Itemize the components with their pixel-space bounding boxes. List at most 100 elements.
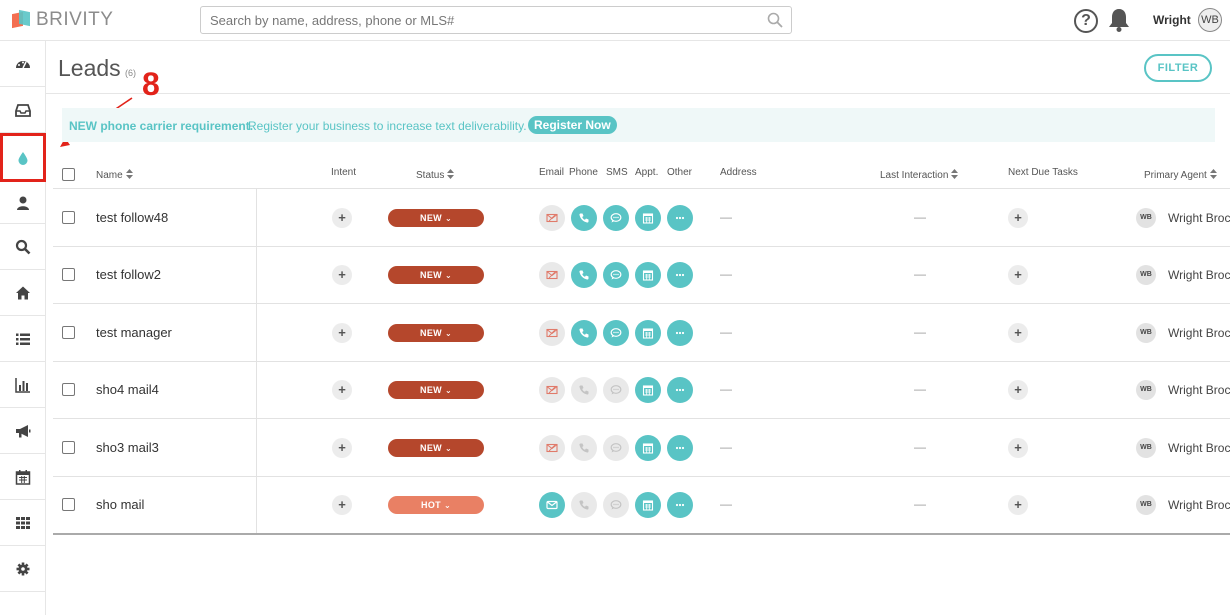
row-checkbox[interactable] (62, 210, 75, 224)
status-dropdown[interactable]: NEW ⌄ (388, 323, 484, 342)
add-intent-button[interactable]: + (332, 380, 352, 401)
agent-name[interactable]: Wright Brock (1168, 326, 1230, 340)
lead-name[interactable]: test manager (96, 325, 172, 340)
sms-channel-button[interactable] (603, 262, 629, 289)
sidebar-item-leads[interactable] (0, 133, 46, 182)
sidebar-item-marketing[interactable] (0, 408, 46, 454)
agent-name[interactable]: Wright Brock (1168, 498, 1230, 512)
status-dropdown[interactable]: NEW ⌄ (388, 208, 484, 227)
sidebar-item-calendar[interactable] (0, 454, 46, 500)
sidebar-item-settings[interactable] (0, 546, 46, 592)
column-header-last-interaction[interactable]: Last Interaction (880, 169, 959, 181)
status-dropdown[interactable]: NEW ⌄ (388, 438, 484, 457)
add-task-button[interactable]: + (1008, 437, 1028, 458)
sidebar-item-contacts[interactable] (0, 182, 46, 224)
appt-channel-button[interactable] (635, 319, 661, 346)
status-dropdown[interactable]: HOT ⌄ (388, 496, 484, 515)
agent-name[interactable]: Wright Brock (1168, 441, 1230, 455)
other-channel-button[interactable] (667, 492, 693, 519)
add-task-button[interactable]: + (1008, 380, 1028, 401)
sidebar-item-search[interactable] (0, 224, 46, 270)
add-task-button[interactable]: + (1008, 265, 1028, 286)
add-intent-button[interactable]: + (332, 265, 352, 286)
sms-channel-button[interactable] (603, 492, 629, 519)
phone-channel-button[interactable] (571, 434, 597, 461)
other-channel-button[interactable] (667, 262, 693, 289)
email-channel-button[interactable] (539, 319, 565, 346)
add-intent-button[interactable]: + (332, 207, 352, 228)
sidebar-item-dashboard[interactable] (0, 41, 46, 87)
user-avatar[interactable]: WB (1198, 8, 1222, 32)
help-icon[interactable]: ? (1074, 9, 1098, 33)
email-channel-button[interactable] (539, 434, 565, 461)
email-channel-button[interactable] (539, 204, 565, 231)
row-checkbox[interactable] (62, 383, 75, 397)
column-header-next-due-tasks: Next Due Tasks (1008, 167, 1078, 178)
filter-button[interactable]: FILTER (1144, 54, 1212, 82)
sidebar-item-inbox[interactable] (0, 87, 46, 133)
phone-channel-button[interactable] (571, 319, 597, 346)
lead-name[interactable]: sho3 mail3 (96, 440, 159, 455)
lead-name[interactable]: sho4 mail4 (96, 382, 159, 397)
agent-name[interactable]: Wright Brock (1168, 211, 1230, 225)
other-channel-button[interactable] (667, 377, 693, 404)
column-header-status[interactable]: Status (416, 169, 455, 181)
column-header-name[interactable]: Name (96, 169, 133, 181)
sidebar-item-reports[interactable] (0, 362, 46, 408)
appt-channel-button[interactable] (635, 434, 661, 461)
agent-name[interactable]: Wright Brock (1168, 383, 1230, 397)
search-icon[interactable] (767, 12, 783, 28)
appt-channel-button[interactable] (635, 204, 661, 231)
other-channel-button[interactable] (667, 204, 693, 231)
phone-channel-button[interactable] (571, 262, 597, 289)
calendar-icon (642, 384, 654, 396)
phone-channel-button[interactable] (571, 204, 597, 231)
brivity-logo[interactable]: BRIVITY (12, 9, 113, 30)
appt-channel-button[interactable] (635, 492, 661, 519)
other-channel-button[interactable] (667, 319, 693, 346)
sidebar-item-apps[interactable] (0, 500, 46, 546)
row-checkbox[interactable] (62, 325, 75, 339)
email-channel-button[interactable] (539, 377, 565, 404)
bell-icon[interactable] (1108, 7, 1130, 33)
lead-name[interactable]: test follow2 (96, 267, 161, 282)
header-label: Status (416, 170, 445, 181)
appt-channel-button[interactable] (635, 262, 661, 289)
email-channel-button[interactable] (539, 492, 565, 519)
person-icon (17, 196, 29, 210)
phone-channel-button[interactable] (571, 492, 597, 519)
register-now-button[interactable]: Register Now (528, 116, 617, 134)
sms-channel-button[interactable] (603, 377, 629, 404)
add-task-button[interactable]: + (1008, 495, 1028, 516)
email-channel-button[interactable] (539, 262, 565, 289)
search-input[interactable] (201, 7, 761, 33)
user-name[interactable]: Wright (1153, 13, 1191, 27)
other-channel-button[interactable] (667, 434, 693, 461)
add-intent-button[interactable]: + (332, 437, 352, 458)
status-dropdown[interactable]: NEW ⌄ (388, 266, 484, 285)
search-icon (15, 239, 31, 254)
row-checkbox[interactable] (62, 440, 75, 454)
sidebar-item-tasks[interactable] (0, 316, 46, 362)
lead-name[interactable]: sho mail (96, 497, 144, 512)
search-box[interactable] (200, 6, 792, 34)
appt-channel-button[interactable] (635, 377, 661, 404)
add-task-button[interactable]: + (1008, 207, 1028, 228)
status-dropdown[interactable]: NEW ⌄ (388, 381, 484, 400)
row-checkbox[interactable] (62, 268, 75, 282)
add-task-button[interactable]: + (1008, 322, 1028, 343)
add-intent-button[interactable]: + (332, 322, 352, 343)
agent-name[interactable]: Wright Brock (1168, 268, 1230, 282)
sms-channel-button[interactable] (603, 434, 629, 461)
column-header-primary-agent[interactable]: Primary Agent (1144, 169, 1217, 181)
row-checkbox[interactable] (62, 498, 75, 512)
drop-icon (18, 151, 28, 165)
sms-channel-button[interactable] (603, 319, 629, 346)
add-intent-button[interactable]: + (332, 495, 352, 516)
address-value: — (720, 324, 732, 339)
sidebar-item-listings[interactable] (0, 270, 46, 316)
lead-name[interactable]: test follow48 (96, 210, 168, 225)
select-all-checkbox[interactable] (62, 168, 75, 181)
sms-channel-button[interactable] (603, 204, 629, 231)
phone-channel-button[interactable] (571, 377, 597, 404)
